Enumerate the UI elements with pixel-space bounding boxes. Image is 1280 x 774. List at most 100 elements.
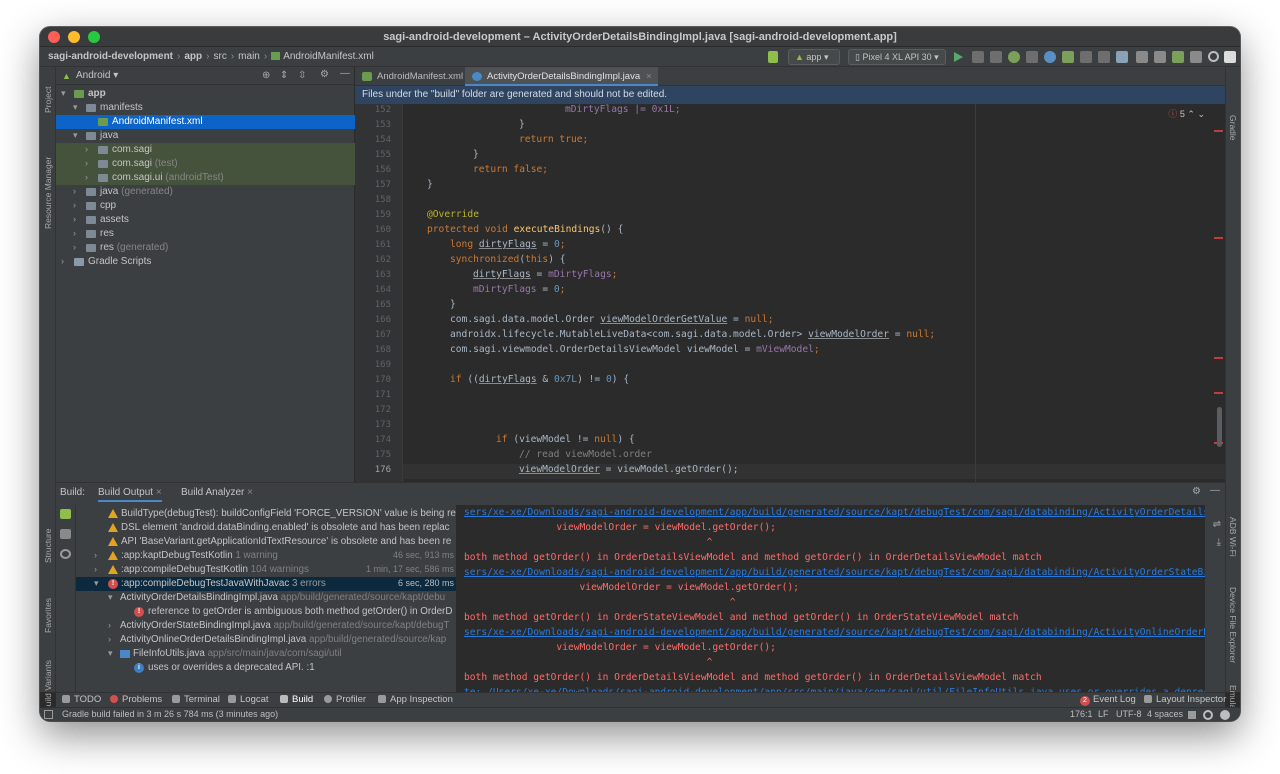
next-highlight-icon[interactable]: ⌄ [1197, 109, 1205, 119]
build-variants-tool-button[interactable]: Build Variants [43, 660, 53, 712]
collapse-all-icon[interactable]: ⇳ [298, 70, 306, 81]
stop-icon[interactable] [1098, 51, 1110, 63]
user-avatar-icon[interactable] [1224, 51, 1236, 63]
tree-item-com-sagi-ui[interactable]: › com.sagi.ui (androidTest) [56, 171, 355, 185]
tree-item-java-generated[interactable]: › java (generated) [56, 185, 355, 199]
apply-changes-icon[interactable] [990, 51, 1002, 63]
debug-icon[interactable] [1008, 51, 1020, 63]
tree-item-assets[interactable]: › assets [56, 213, 355, 227]
project-tool-button[interactable]: Project [43, 87, 53, 113]
line-separator[interactable]: LF [1098, 709, 1109, 719]
lock-icon[interactable] [1188, 711, 1196, 719]
tool-terminal[interactable]: Terminal [172, 694, 220, 705]
breadcrumb-file[interactable]: AndroidManifest.xml [283, 51, 374, 62]
tool-event-log[interactable]: 2 Event Log [1080, 694, 1136, 706]
toggle-tool-windows-icon[interactable] [44, 710, 53, 719]
build-warning-item[interactable]: DSL element 'android.dataBinding.enabled… [76, 521, 456, 535]
profile-icon[interactable] [1044, 51, 1056, 63]
tool-logcat[interactable]: Logcat [228, 694, 269, 705]
device-manager-icon[interactable] [1172, 51, 1184, 63]
tree-item-com-sagi[interactable]: › com.sagi [56, 143, 355, 157]
project-view-dropdown[interactable]: Android ▾ [76, 70, 118, 81]
eye-icon[interactable] [60, 549, 71, 559]
close-tab-icon[interactable]: × [646, 71, 652, 82]
code-area[interactable]: mDirtyFlags |= 0x1L; } return true; } re… [403, 104, 1225, 482]
tool-profiler[interactable]: Profiler [324, 694, 366, 705]
build-info-item[interactable]: i uses or overrides a deprecated API. :1 [76, 661, 456, 675]
run-icon[interactable] [954, 52, 963, 62]
sync-project-icon[interactable] [1116, 51, 1128, 63]
tree-item-gradle-scripts[interactable]: › Gradle Scripts [56, 255, 355, 269]
previous-highlight-icon[interactable]: ⌃ [1187, 109, 1195, 119]
tree-item-cpp[interactable]: › cpp [56, 199, 355, 213]
tool-problems[interactable]: Problems [110, 694, 162, 705]
output-file-link[interactable]: sers/xe-xe/Downloads/sagi-android-develo… [464, 507, 1205, 522]
hammer-icon[interactable] [60, 509, 71, 519]
tree-item-android-manifest[interactable]: AndroidManifest.xml [56, 115, 355, 129]
tab-android-manifest[interactable]: AndroidManifest.xml× [355, 67, 481, 86]
memory-indicator-icon[interactable] [1220, 710, 1230, 720]
breadcrumb-main[interactable]: main [238, 51, 260, 62]
avd-manager-icon[interactable] [1154, 51, 1166, 63]
build-file-item[interactable]: › ActivityOnlineOrderDetailsBindingImpl.j… [76, 633, 456, 647]
rerun-icon[interactable] [972, 51, 984, 63]
build-task-item[interactable]: ›:app:compileDebugTestKotlin 104 warning… [76, 563, 456, 577]
breadcrumb-src[interactable]: src [213, 51, 226, 62]
breadcrumb-project[interactable]: sagi-android-development [48, 51, 173, 62]
build-warning-item[interactable]: API 'BaseVariant.getApplicationIdTextRes… [76, 535, 456, 549]
build-error-item[interactable]: ! reference to getOrder is ambiguous both… [76, 605, 456, 619]
build-console-output[interactable]: sers/xe-xe/Downloads/sagi-android-develo… [456, 505, 1205, 693]
attach-debugger-icon[interactable] [1026, 51, 1038, 63]
structure-tool-button[interactable]: Structure [43, 529, 53, 564]
sdk-manager-icon[interactable] [1190, 51, 1202, 63]
tree-item-manifests[interactable]: ▾ manifests [56, 101, 355, 115]
adb-wifi-tool-button[interactable]: ADB Wi-Fi [1228, 517, 1238, 557]
build-file-item[interactable]: ▾ ActivityOrderDetailsBindingImpl.java ap… [76, 591, 456, 605]
gear-icon[interactable]: ⚙ [320, 69, 329, 80]
editor-scrollbar[interactable] [1211, 104, 1225, 482]
soft-wrap-icon[interactable]: ⇌ [1213, 519, 1221, 530]
favorites-tool-button[interactable]: Favorites [43, 598, 53, 633]
tool-todo[interactable]: TODO [62, 694, 101, 705]
attach-icon[interactable] [1080, 51, 1092, 63]
project-structure-icon[interactable] [1136, 51, 1148, 63]
status-message[interactable]: Gradle build failed in 3 m 26 s 784 ms (… [62, 709, 278, 719]
build-file-item[interactable]: › ActivityOrderStateBindingImpl.java app/… [76, 619, 456, 633]
breadcrumb-module[interactable]: app [184, 51, 202, 62]
coverage-icon[interactable] [1062, 51, 1074, 63]
smiley-icon[interactable] [1203, 710, 1213, 720]
search-icon[interactable] [1208, 51, 1219, 62]
scroll-thumb[interactable] [1217, 407, 1222, 447]
build-file-item[interactable]: ▾ FileInfoUtils.java app/src/main/java/co… [76, 647, 456, 661]
gear-icon[interactable]: ⚙ [1192, 486, 1201, 497]
device-dropdown[interactable]: ▯ Pixel 4 XL API 30 ▾ [848, 49, 946, 65]
expand-all-icon[interactable]: ⇕ [280, 70, 288, 81]
tab-build-output[interactable]: Build Output × [98, 487, 162, 502]
hide-panel-icon[interactable]: — [340, 68, 350, 79]
output-file-link[interactable]: sers/xe-xe/Downloads/sagi-android-develo… [464, 567, 1205, 582]
hammer-icon[interactable] [768, 51, 778, 63]
indent-setting[interactable]: 4 spaces [1147, 709, 1183, 719]
tree-item-res-generated[interactable]: › res (generated) [56, 241, 355, 255]
scroll-to-end-icon[interactable]: ⤓ [1217, 537, 1221, 548]
tree-item-java[interactable]: ▾ java [56, 129, 355, 143]
device-file-explorer-tool-button[interactable]: Device File Explorer [1228, 587, 1238, 663]
output-file-link[interactable]: sers/xe-xe/Downloads/sagi-android-develo… [464, 627, 1205, 642]
build-task-item[interactable]: ›:app:kaptDebugTestKotlin 1 warning 46 se… [76, 549, 456, 563]
tab-activity-order-details-binding-impl[interactable]: ActivityOrderDetailsBindingImpl.java × [465, 67, 658, 86]
tool-layout-inspector[interactable]: Layout Inspector [1144, 694, 1226, 705]
tool-app-inspection[interactable]: App Inspection [378, 694, 453, 705]
tree-item-res[interactable]: › res [56, 227, 355, 241]
gradle-tool-button[interactable]: Gradle [1228, 115, 1238, 141]
tree-item-app[interactable]: ▾ app [56, 87, 355, 101]
caret-position[interactable]: 176:1 [1070, 709, 1093, 719]
tool-build[interactable]: Build [280, 694, 313, 705]
run-config-dropdown[interactable]: ▲ app ▾ [788, 49, 840, 65]
inspection-widget[interactable]: ⓘ 5 ⌃ ⌄ [1168, 107, 1205, 120]
locate-file-icon[interactable]: ⊕ [262, 70, 270, 81]
build-warning-item[interactable]: BuildType(debugTest): buildConfigField '… [76, 507, 456, 521]
tree-item-com-sagi-test[interactable]: › com.sagi (test) [56, 157, 355, 171]
build-task-item-selected[interactable]: ▾!:app:compileDebugTestJavaWithJavac 3 e… [76, 577, 456, 591]
resource-manager-tool-button[interactable]: Resource Manager [43, 157, 53, 229]
pin-icon[interactable] [60, 529, 71, 539]
